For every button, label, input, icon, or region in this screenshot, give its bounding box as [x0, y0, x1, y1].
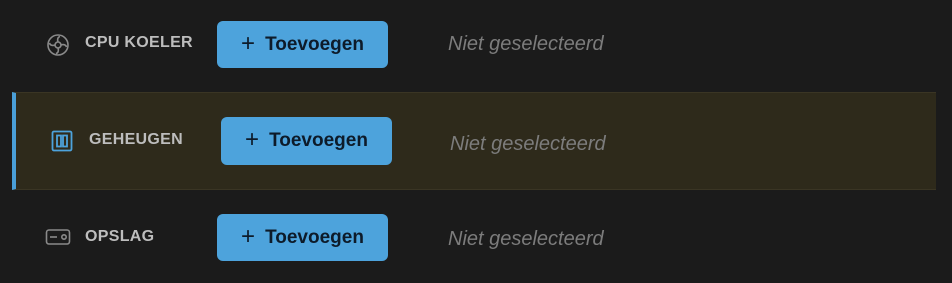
- component-row-memory: GEHEUGEN + Toevoegen Niet geselecteerd: [12, 92, 936, 190]
- plus-icon: +: [241, 222, 256, 250]
- component-row-storage: OPSLAG + Toevoegen Niet geselecteerd: [0, 192, 952, 283]
- add-button-label: Toevoegen: [265, 33, 364, 55]
- component-list: CPU KOELER + Toevoegen Niet geselecteerd…: [0, 0, 952, 283]
- plus-icon: +: [241, 29, 256, 57]
- selection-status: Niet geselecteerd: [450, 133, 606, 155]
- component-label: CPU KOELER: [85, 34, 193, 51]
- storage-drive-icon: [45, 224, 71, 250]
- add-button-label: Toevoegen: [265, 226, 364, 248]
- add-button-label: Toevoegen: [269, 130, 368, 151]
- selection-status: Niet geselecteerd: [448, 228, 604, 250]
- component-row-cpu-cooler: CPU KOELER + Toevoegen Niet geselecteerd: [0, 0, 952, 90]
- plus-icon: +: [245, 126, 260, 153]
- selection-status: Niet geselecteerd: [448, 33, 604, 55]
- fan-icon: [45, 32, 71, 58]
- component-label: OPSLAG: [85, 228, 155, 245]
- add-memory-button[interactable]: + Toevoegen: [221, 117, 392, 165]
- add-storage-button[interactable]: + Toevoegen: [217, 214, 388, 261]
- memory-icon: [49, 128, 75, 154]
- add-cpu-cooler-button[interactable]: + Toevoegen: [217, 21, 388, 68]
- component-label: GEHEUGEN: [89, 131, 183, 148]
